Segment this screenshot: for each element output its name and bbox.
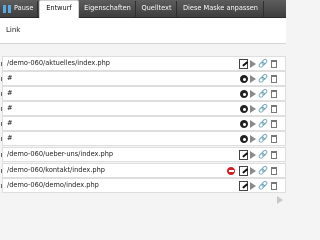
list-item[interactable]: /demo-060/demo/index.php 🔗: [1, 178, 286, 193]
link-path[interactable]: #: [7, 104, 13, 112]
field-label-link: Link: [6, 26, 21, 34]
play-icon[interactable]: [250, 90, 256, 98]
list-item[interactable]: # 🔗: [1, 116, 286, 131]
row-marker: [1, 122, 2, 126]
row-marker: [1, 77, 2, 81]
row-marker: [1, 137, 2, 141]
play-icon[interactable]: [250, 135, 256, 143]
edit-icon[interactable]: [239, 150, 248, 160]
row-marker: [1, 184, 2, 188]
play-icon[interactable]: [250, 120, 256, 128]
play-icon[interactable]: [250, 105, 256, 113]
tab-entwurf-label: Entwurf: [46, 4, 72, 12]
link-path[interactable]: /demo-060/kontakt/index.php: [7, 166, 105, 174]
gear-icon[interactable]: [240, 120, 248, 128]
row-marker: [1, 92, 2, 96]
link-path[interactable]: /demo-060/demo/index.php: [7, 181, 99, 189]
list-item[interactable]: # 🔗: [1, 86, 286, 101]
gear-icon[interactable]: [240, 75, 248, 83]
edit-icon[interactable]: [239, 181, 248, 191]
tab-entwurf[interactable]: Entwurf: [39, 0, 79, 19]
gear-icon[interactable]: [240, 135, 248, 143]
trash-icon[interactable]: [271, 151, 277, 159]
list-item[interactable]: # 🔗: [1, 101, 286, 116]
tab-bar: Pause Entwurf Eigenschaften Quelltext Di…: [0, 0, 286, 19]
trash-icon[interactable]: [271, 75, 277, 83]
tab-quelltext-label: Quelltext: [141, 4, 172, 12]
link-path[interactable]: /demo-060/aktuelles/index.php: [7, 59, 110, 67]
link-icon[interactable]: 🔗: [258, 150, 268, 160]
play-icon[interactable]: [250, 182, 256, 190]
gear-icon[interactable]: [240, 105, 248, 113]
tab-pause-label: Pause: [14, 4, 34, 12]
field-header: Link: [0, 18, 286, 44]
row-marker: [1, 169, 2, 173]
link-icon[interactable]: 🔗: [258, 59, 268, 69]
tab-quelltext[interactable]: Quelltext: [137, 1, 177, 17]
trash-icon[interactable]: [271, 182, 277, 190]
link-path[interactable]: #: [7, 119, 13, 127]
list-item[interactable]: # 🔗: [1, 131, 286, 146]
list-item[interactable]: /demo-060/aktuelles/index.php 🔗: [1, 56, 286, 71]
play-icon[interactable]: [250, 60, 256, 68]
tab-eigenschaften[interactable]: Eigenschaften: [80, 1, 136, 17]
edit-icon[interactable]: [239, 166, 248, 176]
list-item[interactable]: /demo-060/kontakt/index.php 🔗: [1, 163, 286, 178]
pause-icon: [3, 5, 11, 13]
list-item[interactable]: /demo-060/ueber-uns/index.php 🔗: [1, 147, 286, 162]
link-icon[interactable]: 🔗: [258, 181, 268, 191]
tab-pause[interactable]: Pause: [0, 1, 38, 17]
trash-icon[interactable]: [271, 105, 277, 113]
link-path[interactable]: #: [7, 74, 13, 82]
edit-icon[interactable]: [239, 59, 248, 69]
row-marker: [1, 153, 2, 157]
trash-icon[interactable]: [271, 90, 277, 98]
tab-maske-anpassen[interactable]: Diese Maske anpassen: [178, 1, 264, 17]
trash-icon[interactable]: [271, 60, 277, 68]
list-item[interactable]: # 🔗: [1, 71, 286, 86]
link-icon[interactable]: 🔗: [258, 89, 268, 99]
link-icon[interactable]: 🔗: [258, 74, 268, 84]
link-path[interactable]: #: [7, 89, 13, 97]
link-path[interactable]: #: [7, 134, 13, 142]
row-marker: [1, 62, 2, 66]
play-icon[interactable]: [277, 196, 283, 204]
tab-maske-anpassen-label: Diese Maske anpassen: [182, 4, 258, 12]
link-path[interactable]: /demo-060/ueber-uns/index.php: [7, 150, 113, 158]
play-icon[interactable]: [250, 75, 256, 83]
link-icon[interactable]: 🔗: [258, 166, 268, 176]
link-icon[interactable]: 🔗: [258, 134, 268, 144]
trash-icon[interactable]: [271, 120, 277, 128]
link-icon[interactable]: 🔗: [258, 104, 268, 114]
delete-circle-icon[interactable]: [227, 167, 235, 175]
play-icon[interactable]: [250, 167, 256, 175]
play-icon[interactable]: [250, 151, 256, 159]
gear-icon[interactable]: [240, 90, 248, 98]
link-icon[interactable]: 🔗: [258, 119, 268, 129]
trash-icon[interactable]: [271, 135, 277, 143]
tab-eigenschaften-label: Eigenschaften: [84, 4, 131, 12]
trash-icon[interactable]: [271, 167, 277, 175]
row-marker: [1, 107, 2, 111]
